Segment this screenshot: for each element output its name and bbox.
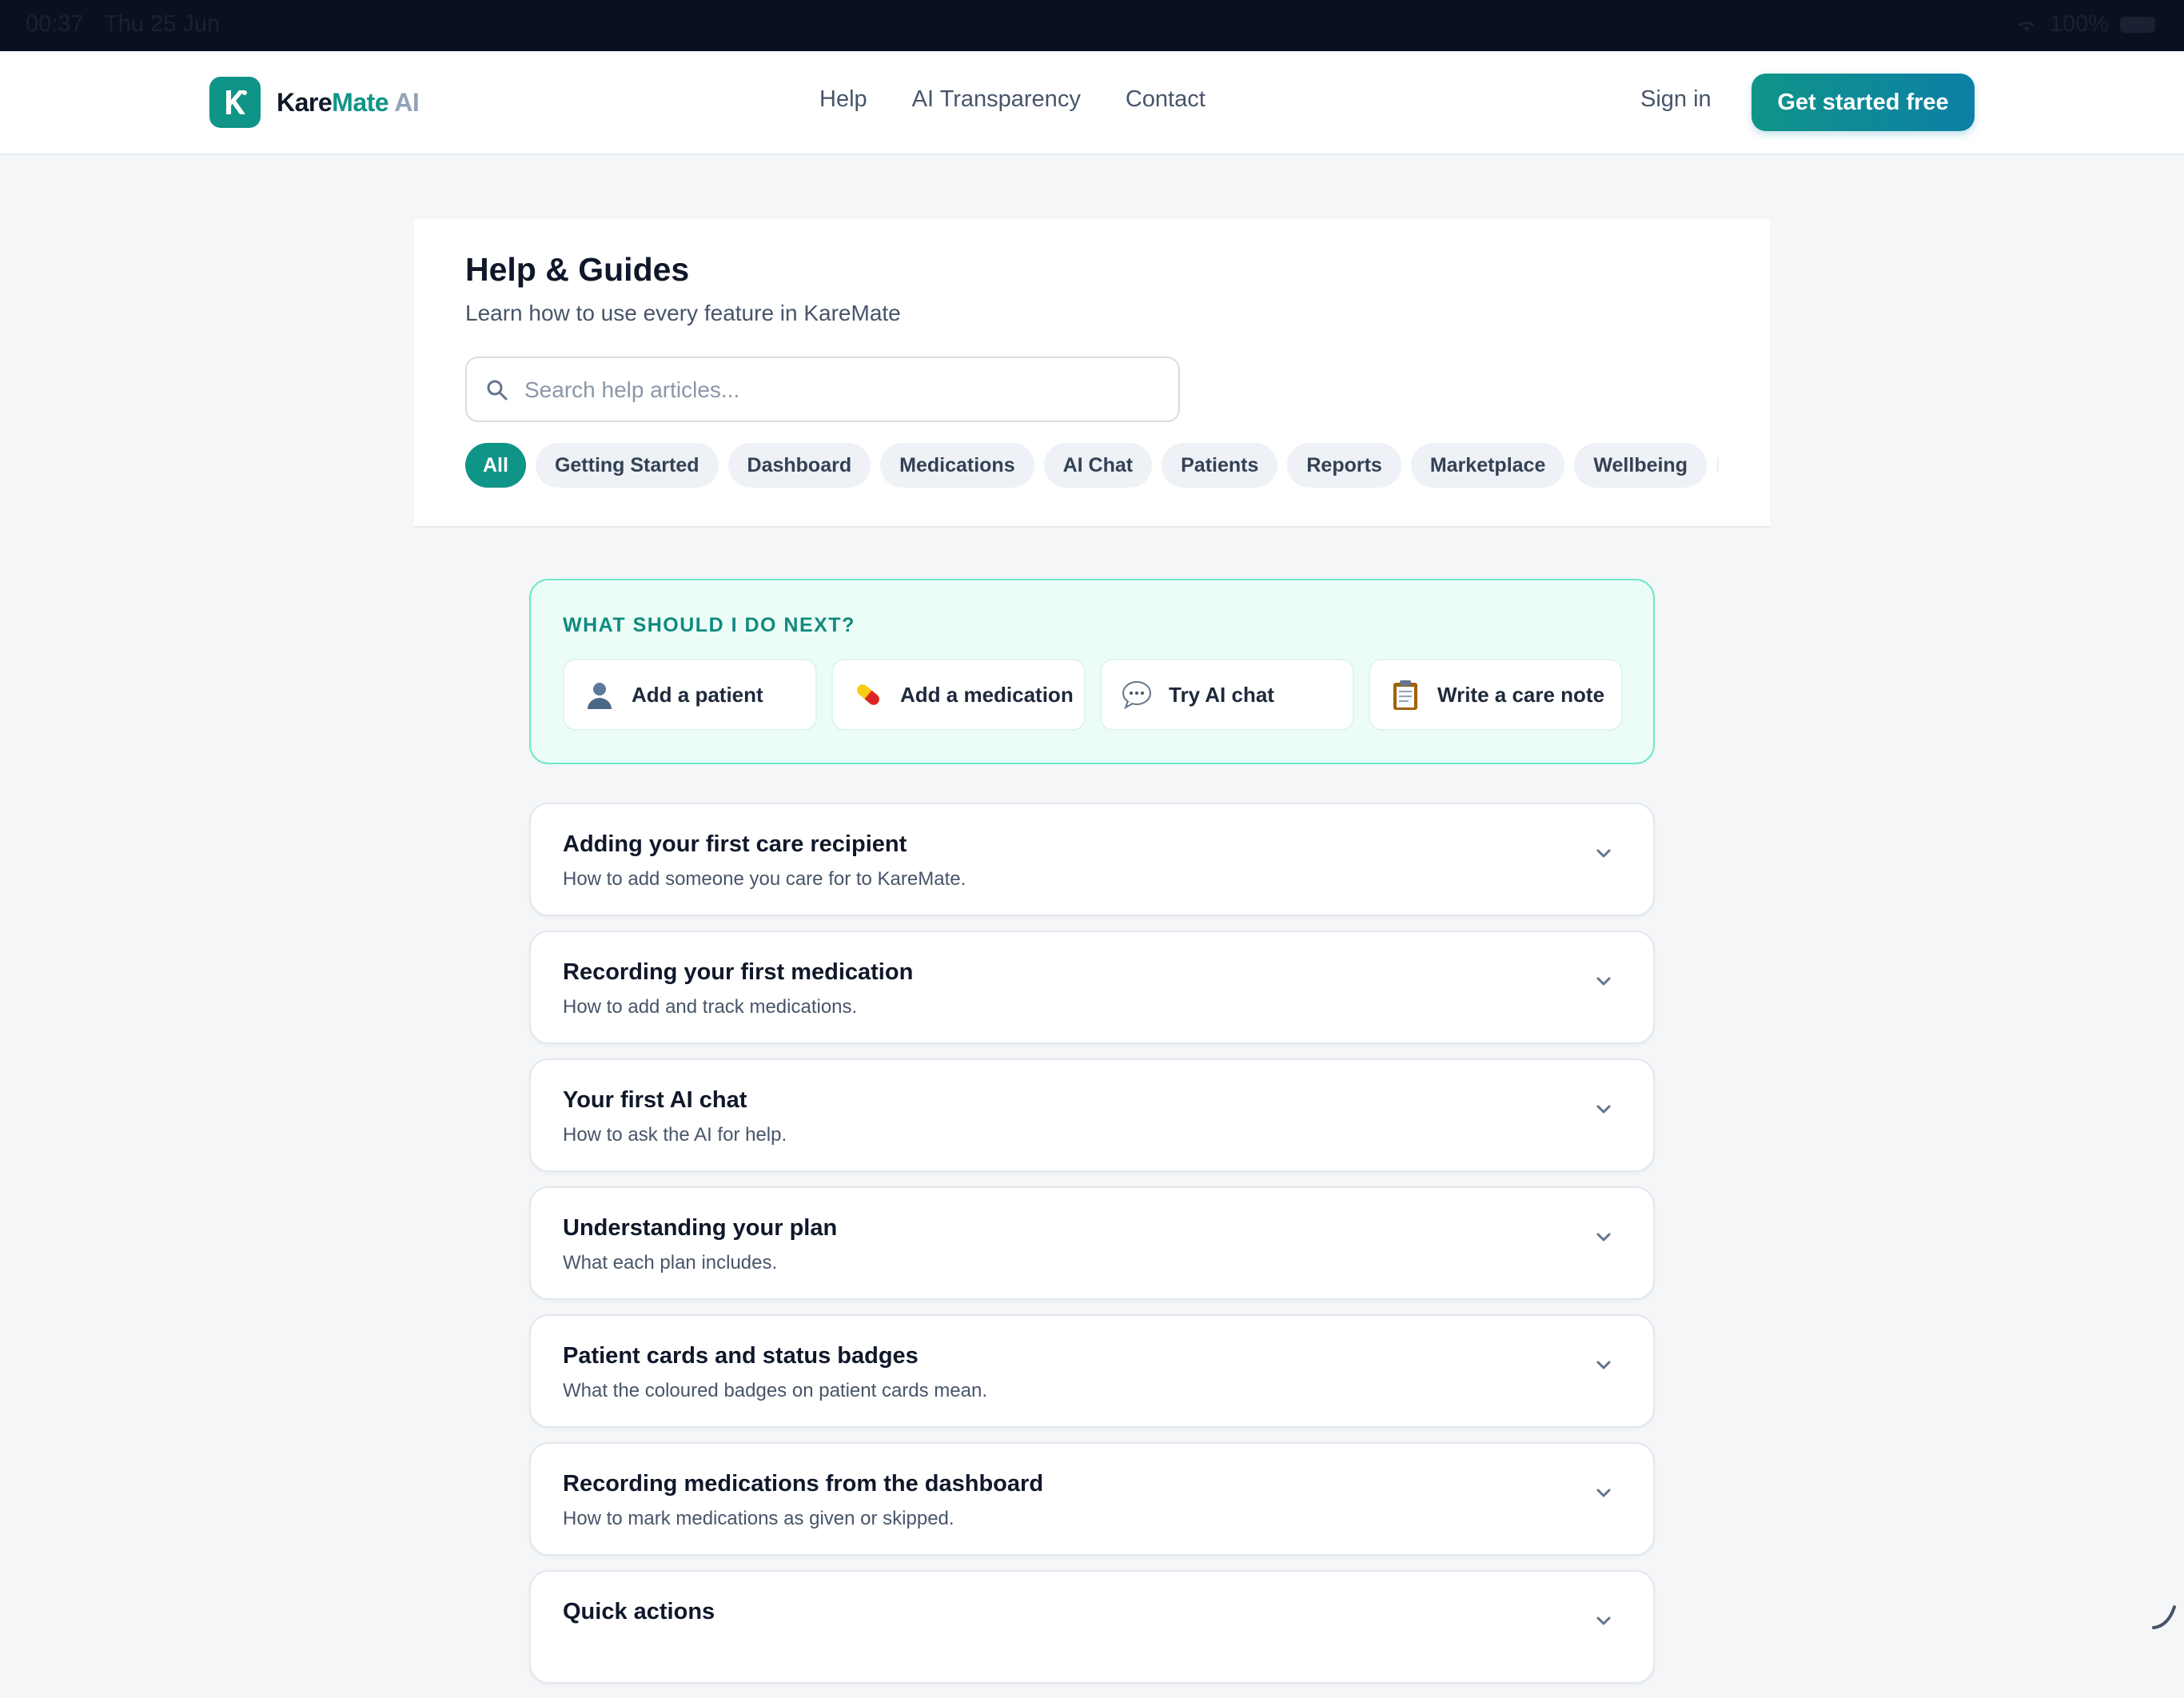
page-subtitle: Learn how to use every feature in KareMa… [465, 301, 901, 325]
article-quick-actions[interactable]: Quick actions [529, 1570, 1655, 1684]
resize-handle-icon[interactable] [2150, 1604, 2178, 1631]
search-input[interactable] [523, 371, 1166, 409]
article-understanding-plan[interactable]: Understanding your plan What each plan i… [529, 1186, 1655, 1300]
sign-in-link[interactable]: Sign in [1640, 86, 1712, 113]
category-pill-getting-started[interactable]: Getting Started [535, 443, 719, 488]
nav-links: Help AI Transparency Contact [819, 86, 1206, 113]
article-title: Quick actions [563, 1599, 715, 1624]
top-nav: KareMate AI Help AI Transparency Contact… [0, 51, 2184, 155]
search-box[interactable] [465, 357, 1180, 422]
chevron-down-icon[interactable] [1592, 1482, 1615, 1505]
add-patient-button[interactable]: Add a patient [563, 659, 817, 731]
article-title: Your first AI chat [563, 1087, 747, 1113]
pill-icon [852, 679, 884, 711]
category-pill-dashboard[interactable]: Dashboard [727, 443, 871, 488]
add-medication-button[interactable]: Add a medication [831, 659, 1086, 731]
article-title: Recording medications from the dashboard [563, 1471, 1044, 1497]
chevron-down-icon[interactable] [1592, 1226, 1615, 1249]
add-medication-label: Add a medication [900, 682, 1074, 707]
article-description: How to mark medications as given or skip… [563, 1508, 955, 1529]
article-description: How to ask the AI for help. [563, 1124, 787, 1146]
article-description: What the coloured badges on patient card… [563, 1380, 987, 1401]
nav-link-help[interactable]: Help [819, 86, 867, 113]
battery-percentage: 100% [2049, 11, 2109, 37]
article-title: Patient cards and status badges [563, 1343, 919, 1369]
status-time: 00:37 [26, 11, 84, 37]
chevron-down-icon[interactable] [1592, 1354, 1615, 1377]
chat-bubble-icon [1121, 679, 1153, 711]
article-patient-cards-badges[interactable]: Patient cards and status badges What the… [529, 1314, 1655, 1428]
next-steps-panel: WHAT SHOULD I DO NEXT? Add a patient Add… [529, 579, 1655, 764]
chevron-down-icon[interactable] [1592, 843, 1615, 865]
category-pill-overflow[interactable] [1716, 443, 1719, 488]
person-icon [584, 679, 616, 711]
status-date: Thu 25 Jun [104, 11, 221, 37]
article-recording-first-medication[interactable]: Recording your first medication How to a… [529, 931, 1655, 1044]
category-pill-all[interactable]: All [465, 443, 526, 488]
category-pill-marketplace[interactable]: Marketplace [1410, 443, 1565, 488]
page-title: Help & Guides [465, 251, 690, 288]
search-icon [487, 380, 508, 401]
category-pill-reports[interactable]: Reports [1287, 443, 1401, 488]
brand-part-1: Kare [277, 87, 333, 117]
try-ai-chat-label: Try AI chat [1169, 682, 1274, 707]
clipboard-icon [1389, 679, 1421, 711]
chevron-down-icon[interactable] [1592, 1610, 1615, 1632]
chevron-down-icon[interactable] [1592, 971, 1615, 993]
category-pill-medications[interactable]: Medications [880, 443, 1034, 488]
next-steps-title: WHAT SHOULD I DO NEXT? [563, 614, 855, 636]
category-pill-wellbeing[interactable]: Wellbeing [1574, 443, 1707, 488]
article-adding-first-care-recipient[interactable]: Adding your first care recipient How to … [529, 803, 1655, 916]
article-title: Adding your first care recipient [563, 831, 907, 857]
article-description: How to add someone you care for to KareM… [563, 868, 966, 890]
article-title: Understanding your plan [563, 1215, 838, 1241]
nav-link-contact[interactable]: Contact [1126, 86, 1206, 113]
status-bar: 00:37 Thu 25 Jun 100% [0, 0, 2184, 51]
write-care-note-button[interactable]: Write a care note [1369, 659, 1623, 731]
brand-part-2: Mate [332, 87, 389, 117]
battery-icon [2120, 16, 2155, 33]
article-title: Recording your first medication [563, 959, 914, 985]
category-filters: All Getting Started Dashboard Medication… [465, 443, 1719, 489]
add-patient-label: Add a patient [632, 682, 763, 707]
try-ai-chat-button[interactable]: Try AI chat [1100, 659, 1354, 731]
brand-name: KareMate AI [277, 87, 420, 118]
chevron-down-icon[interactable] [1592, 1098, 1615, 1121]
help-article-list: Adding your first care recipient How to … [529, 803, 1655, 1698]
article-description: How to add and track medications. [563, 996, 858, 1018]
logo-k-icon [226, 90, 247, 114]
nav-link-ai-transparency[interactable]: AI Transparency [912, 86, 1081, 113]
next-steps-actions: Add a patient Add a medication Try AI ch… [563, 659, 1623, 731]
category-pill-patients[interactable]: Patients [1162, 443, 1278, 488]
get-started-button[interactable]: Get started free [1752, 74, 1975, 131]
article-recording-meds-dashboard[interactable]: Recording medications from the dashboard… [529, 1442, 1655, 1556]
category-pill-ai-chat[interactable]: AI Chat [1043, 443, 1153, 488]
article-first-ai-chat[interactable]: Your first AI chat How to ask the AI for… [529, 1058, 1655, 1172]
article-description: What each plan includes. [563, 1252, 778, 1274]
wifi-icon [2018, 21, 2035, 31]
brand-part-3: AI [389, 87, 420, 117]
brand-logo[interactable]: KareMate AI [209, 77, 420, 128]
logo-mark-icon [209, 77, 261, 128]
write-care-note-label: Write a care note [1437, 682, 1605, 707]
help-header: Help & Guides Learn how to use every fea… [414, 219, 1770, 528]
